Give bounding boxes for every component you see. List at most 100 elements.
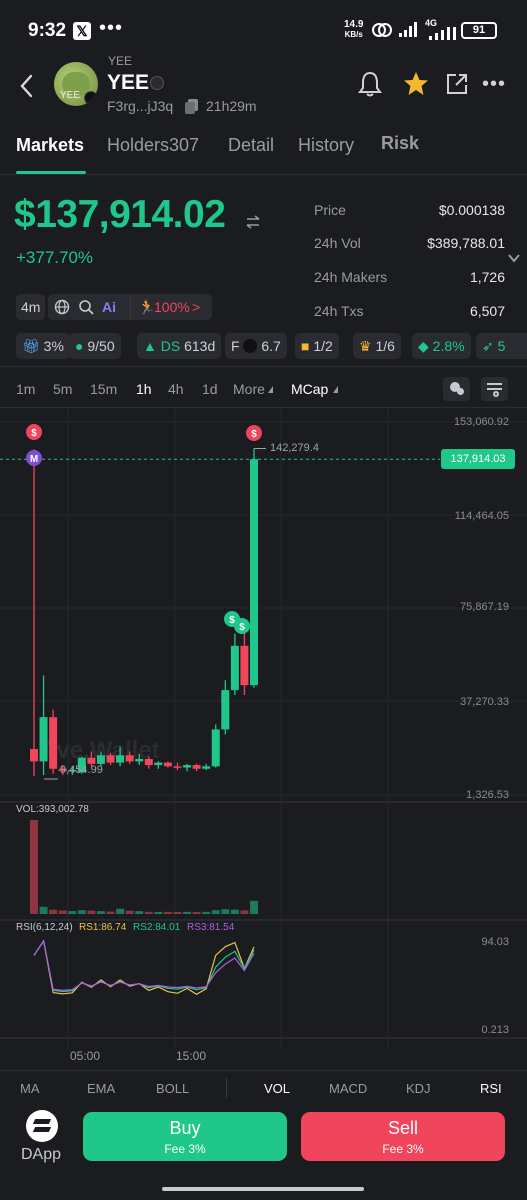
- indicator-ma[interactable]: MA: [20, 1081, 40, 1096]
- copy-icon[interactable]: [184, 98, 200, 114]
- website-icon[interactable]: [54, 299, 70, 315]
- indicator-ema[interactable]: EMA: [87, 1081, 115, 1096]
- dapp-label[interactable]: DApp: [21, 1146, 61, 1164]
- money-bag-icon-glyph: $: [31, 428, 37, 439]
- money-bag-icon-glyph: $: [251, 429, 257, 440]
- indicator-macd[interactable]: MACD: [329, 1081, 367, 1096]
- timeframe-1d[interactable]: 1d: [202, 381, 218, 397]
- timeframe-5m[interactable]: 5m: [53, 381, 72, 397]
- dev-prefix: DS: [160, 338, 181, 354]
- runner-icon: 🏃: [138, 299, 156, 315]
- volume-bar: [39, 906, 48, 914]
- volume-bar: [163, 911, 172, 914]
- dev-chip[interactable]: ▲ DS 613d: [137, 333, 222, 359]
- tab-markets[interactable]: Markets: [16, 135, 84, 156]
- tab-detail[interactable]: Detail: [228, 135, 274, 156]
- swap-icon[interactable]: [244, 214, 262, 230]
- ai-icon[interactable]: Ai: [102, 294, 116, 320]
- chart-settings-icon[interactable]: [481, 377, 508, 401]
- status-bar: 9:32 𝕏 ••• 14.9 KB/s 4G 91: [0, 0, 527, 58]
- token-symbol-small: YEE: [108, 54, 133, 68]
- candle-body: [87, 757, 96, 764]
- fee-value: 6.7: [261, 338, 281, 354]
- star-icon[interactable]: [402, 70, 430, 98]
- price-chart[interactable]: Ave.Wallet $M$$$: [0, 408, 527, 1068]
- frog-value: 2.8%: [432, 338, 465, 354]
- net-speed: 14.9 KB/s: [344, 19, 364, 40]
- timeframe-4h[interactable]: 4h: [168, 381, 184, 397]
- signal-icon: [399, 22, 417, 37]
- low-label: 9,454.99: [60, 764, 103, 776]
- dapp-icon[interactable]: [26, 1110, 58, 1142]
- stat-label-txs: 24h Txs: [314, 303, 364, 319]
- runner-chevron-icon[interactable]: >: [192, 294, 200, 320]
- volume-bar: [135, 911, 144, 914]
- price-change: +377.70%: [16, 248, 94, 267]
- sell-button[interactable]: Sell Fee 3%: [301, 1112, 505, 1161]
- volume-bar: [183, 911, 192, 914]
- more-menu-icon[interactable]: •••: [482, 73, 506, 96]
- avatar-text: YEE: [60, 90, 81, 101]
- solana-icon: [243, 339, 258, 353]
- volume-bar: [250, 900, 258, 914]
- buy-button[interactable]: Buy Fee 3%: [83, 1112, 287, 1161]
- money-bag-icon-glyph: $: [239, 622, 245, 633]
- candle-body: [211, 729, 220, 767]
- rsi-line: [33, 939, 255, 993]
- fee-chip[interactable]: F 6.7: [225, 333, 287, 359]
- more-timeframes[interactable]: More: [233, 381, 265, 397]
- timeframe-1h[interactable]: 1h: [136, 381, 152, 397]
- age-chip[interactable]: 4m: [16, 294, 46, 320]
- volume-bar: [30, 820, 38, 914]
- timeframe-1m[interactable]: 1m: [16, 381, 35, 397]
- tab-history[interactable]: History: [298, 135, 354, 156]
- rsi-lines: [33, 939, 255, 995]
- candle-body: [230, 645, 239, 691]
- indicator-boll[interactable]: BOLL: [156, 1081, 189, 1096]
- tab-bar: Markets Holders307 Detail History Risk: [0, 133, 527, 165]
- trophy-chip[interactable]: ♛ 1/6: [353, 333, 401, 359]
- volume-bar: [87, 910, 96, 914]
- fee-prefix: F: [231, 338, 240, 354]
- back-arrow-icon[interactable]: [18, 73, 36, 99]
- current-price-tag: 137,914.03: [441, 449, 515, 469]
- indicator-kdj[interactable]: KDJ: [406, 1081, 431, 1096]
- volume-bar: [77, 910, 86, 914]
- indicator-settings-icon[interactable]: [443, 377, 470, 401]
- candle-body: [221, 690, 230, 730]
- tax-chip[interactable]: 🎁︎ 3%: [16, 333, 70, 359]
- expand-chevron-icon[interactable]: [507, 252, 521, 264]
- rocket-chip[interactable]: ➶ 5: [476, 333, 527, 359]
- indicator-vol[interactable]: VOL: [264, 1081, 290, 1096]
- migration-icon-glyph: M: [30, 454, 38, 465]
- candle-body: [135, 758, 144, 762]
- frog-icon: ◆: [418, 338, 429, 354]
- volume-bar: [144, 911, 153, 914]
- buy-label: Buy: [169, 1118, 201, 1138]
- tab-holders[interactable]: Holders307: [107, 135, 199, 156]
- runner-value: 100%: [154, 299, 190, 315]
- volume-bar: [58, 910, 67, 914]
- bell-icon[interactable]: [357, 70, 383, 98]
- token-address[interactable]: F3rg...jJ3q: [107, 98, 173, 114]
- person-icon: ●: [75, 338, 84, 354]
- volume-bar: [211, 910, 220, 914]
- home-indicator[interactable]: [162, 1187, 364, 1191]
- share-icon[interactable]: [445, 72, 469, 96]
- stat-value-txs: 6,507: [469, 303, 505, 319]
- bag-chip[interactable]: ■ 1/2: [295, 333, 339, 359]
- timeframe-15m[interactable]: 15m: [90, 381, 117, 397]
- holders-chip[interactable]: ● 9/50: [69, 333, 121, 359]
- tab-risk[interactable]: Risk: [381, 133, 419, 154]
- mcap-toggle[interactable]: MCap: [291, 381, 328, 397]
- candle-body: [202, 766, 211, 769]
- chart-grid: [0, 408, 527, 1050]
- token-name: YEE: [107, 71, 150, 94]
- dev-value: 613d: [184, 338, 216, 354]
- y-tick-label: 37,270.33: [460, 696, 509, 708]
- tax-value: 3%: [43, 338, 64, 354]
- tab-divider: [0, 174, 527, 175]
- search-icon[interactable]: [78, 299, 94, 315]
- indicator-rsi[interactable]: RSI: [480, 1081, 502, 1096]
- frog-chip[interactable]: ◆ 2.8%: [412, 333, 471, 359]
